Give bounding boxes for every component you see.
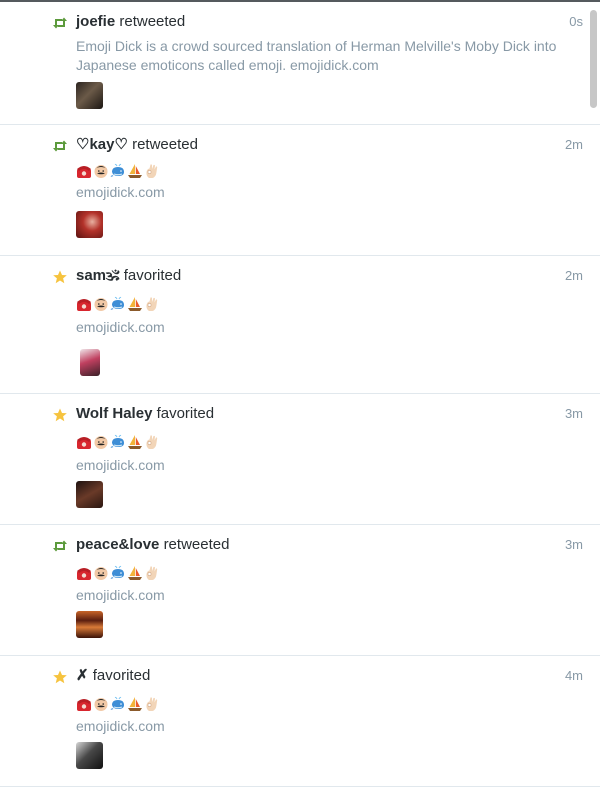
timestamp[interactable]: 3m bbox=[565, 406, 583, 421]
retweet-icon bbox=[52, 139, 68, 153]
ok-hand-icon bbox=[146, 164, 158, 178]
avatar[interactable] bbox=[76, 611, 103, 638]
man-mustache-icon bbox=[94, 165, 108, 178]
ok-hand-icon bbox=[146, 297, 158, 311]
whale-icon bbox=[110, 565, 124, 579]
sailboat-icon bbox=[128, 164, 142, 178]
tweet-text: Emoji Dick is a crowd sourced translatio… bbox=[76, 38, 557, 73]
timestamp[interactable]: 2m bbox=[565, 137, 583, 152]
activity-verb: retweeted bbox=[132, 136, 198, 153]
man-mustache-icon bbox=[94, 436, 108, 449]
ok-hand-icon bbox=[146, 697, 158, 711]
activity-item[interactable]: sam🕉 favorited 2m emojidick.com bbox=[0, 256, 600, 394]
emoji-row bbox=[76, 565, 160, 581]
star-icon bbox=[52, 670, 68, 684]
activity-header: peace&love retweeted bbox=[76, 536, 229, 554]
activity-verb: retweeted bbox=[119, 13, 186, 30]
timestamp[interactable]: 4m bbox=[565, 668, 583, 683]
avatar[interactable] bbox=[80, 349, 100, 376]
activity-item[interactable]: ♡kay♡ retweeted 2m emojidick.com bbox=[0, 125, 600, 256]
timestamp[interactable]: 0s bbox=[569, 14, 583, 29]
tweet-link[interactable]: emojidick.com bbox=[76, 456, 165, 474]
telephone-icon bbox=[77, 699, 91, 711]
avatar[interactable] bbox=[76, 481, 103, 508]
whale-icon bbox=[110, 434, 124, 448]
whale-icon bbox=[110, 163, 124, 177]
avatar[interactable] bbox=[76, 742, 103, 769]
activity-verb: favorited bbox=[92, 667, 151, 684]
whale-icon bbox=[110, 696, 124, 710]
sailboat-icon bbox=[128, 297, 142, 311]
actor-name[interactable]: Wolf Haley bbox=[76, 405, 152, 422]
activity-header: joefie retweeted bbox=[76, 13, 185, 31]
telephone-icon bbox=[77, 299, 91, 311]
ok-hand-icon bbox=[146, 435, 158, 449]
man-mustache-icon bbox=[94, 298, 108, 311]
sailboat-icon bbox=[128, 697, 142, 711]
retweet-icon bbox=[52, 16, 68, 30]
emoji-row bbox=[76, 296, 160, 312]
activity-header: ♡kay♡ retweeted bbox=[76, 136, 198, 154]
actor-name[interactable]: peace&love bbox=[76, 536, 159, 553]
timestamp[interactable]: 3m bbox=[565, 537, 583, 552]
telephone-icon bbox=[77, 166, 91, 178]
sailboat-icon bbox=[128, 435, 142, 449]
man-mustache-icon bbox=[94, 698, 108, 711]
activity-verb: retweeted bbox=[163, 536, 230, 553]
actor-name[interactable]: ♡kay♡ bbox=[76, 136, 128, 153]
star-icon bbox=[52, 408, 68, 422]
emoji-row bbox=[76, 163, 160, 179]
activity-feed: joefie retweeted 0s Emoji Dick is a crow… bbox=[0, 2, 600, 787]
activity-item[interactable]: ✗ favorited 4m emojidick.com bbox=[0, 656, 600, 787]
scrollbar-thumb[interactable] bbox=[590, 10, 597, 108]
activity-item[interactable]: peace&love retweeted 3m emojidick.com bbox=[0, 525, 600, 656]
tweet-link[interactable]: emojidick.com bbox=[76, 318, 165, 336]
activity-verb: favorited bbox=[123, 267, 182, 284]
telephone-icon bbox=[77, 437, 91, 449]
avatar[interactable] bbox=[76, 211, 103, 238]
activity-item[interactable]: Wolf Haley favorited 3m emojidick.com bbox=[0, 394, 600, 525]
timestamp[interactable]: 2m bbox=[565, 268, 583, 283]
retweet-icon bbox=[52, 539, 68, 553]
tweet-link[interactable]: emojidick.com bbox=[76, 183, 165, 201]
star-icon bbox=[52, 270, 68, 284]
telephone-icon bbox=[77, 568, 91, 580]
activity-verb: favorited bbox=[156, 405, 215, 422]
actor-name[interactable]: joefie bbox=[76, 13, 115, 30]
sailboat-icon bbox=[128, 566, 142, 580]
activity-header: sam🕉 favorited bbox=[76, 267, 181, 285]
actor-name[interactable]: sam🕉 bbox=[76, 267, 120, 284]
avatar[interactable] bbox=[76, 82, 103, 109]
activity-header: ✗ favorited bbox=[76, 667, 150, 685]
man-mustache-icon bbox=[94, 567, 108, 580]
ok-hand-icon bbox=[146, 566, 158, 580]
activity-item[interactable]: joefie retweeted 0s Emoji Dick is a crow… bbox=[0, 2, 600, 125]
whale-icon bbox=[110, 296, 124, 310]
actor-name[interactable]: ✗ bbox=[76, 667, 89, 684]
emoji-row bbox=[76, 696, 160, 712]
tweet-link[interactable]: emojidick.com bbox=[76, 717, 165, 735]
emoji-row bbox=[76, 434, 160, 450]
activity-header: Wolf Haley favorited bbox=[76, 405, 214, 423]
tweet-link[interactable]: emojidick.com bbox=[76, 586, 165, 604]
